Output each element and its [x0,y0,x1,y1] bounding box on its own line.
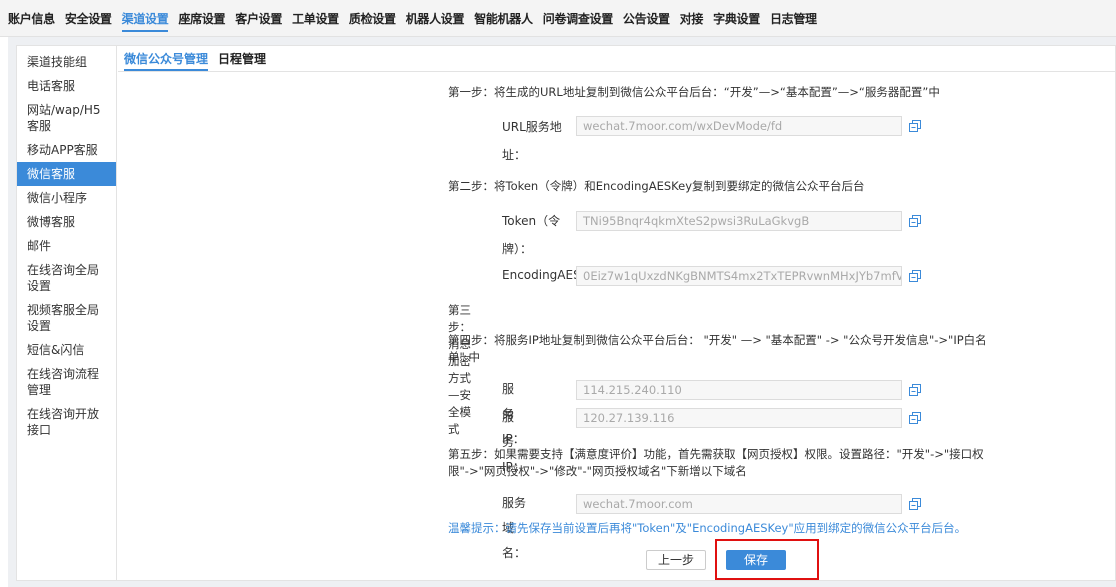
top-nav: 账户信息 安全设置 渠道设置 座席设置 客户设置 工单设置 质检设置 机器人设置… [0,0,1116,37]
tab-schedule[interactable]: 日程管理 [218,46,266,71]
nav-tab-channel[interactable]: 渠道设置 [121,10,169,32]
step-5-text: 第五步：如果需要支持【满意度评价】功能，首先需获取【网页授权】权限。设置路径："… [448,447,984,478]
nav-tab-qa[interactable]: 质检设置 [349,10,396,27]
copy-url-icon[interactable] [909,120,921,132]
sub-tabs: 微信公众号管理 日程管理 [118,46,1115,72]
copy-aes-icon[interactable] [909,270,921,282]
nav-tab-notice[interactable]: 公告设置 [623,10,670,27]
nav-tab-ticket[interactable]: 工单设置 [292,10,339,27]
url-label: URL服务地址： [502,120,562,162]
sidebar: 渠道技能组 电话客服 网站/wap/H5客服 移动APP客服 微信客服 微信小程… [17,46,117,580]
aes-field[interactable]: 0Eiz7w1qUxzdNKgBNMTS4mx2TxTEPRvwnMHxJYb7… [576,266,902,286]
nav-tab-survey[interactable]: 问卷调查设置 [543,10,614,27]
sidebar-item-weibo[interactable]: 微博客服 [17,210,116,234]
step-2-text: 第二步：将Token（令牌）和EncodingAESKey复制到要绑定的微信公众… [448,179,865,193]
nav-tab-customer[interactable]: 客户设置 [235,10,282,27]
sidebar-item-web[interactable]: 网站/wap/H5客服 [17,98,116,138]
copy-token-icon[interactable] [909,215,921,227]
sidebar-item-email[interactable]: 邮件 [17,234,116,258]
aes-label: EncodingAES [502,268,581,282]
step-3-text: 第三步：消息加密方式—安全模式 [448,303,471,436]
copy-ip-2-icon[interactable] [909,412,921,424]
sidebar-item-open-api[interactable]: 在线咨询开放接口 [17,402,116,442]
sidebar-item-skill-group[interactable]: 渠道技能组 [17,50,116,74]
nav-tab-robot[interactable]: 机器人设置 [406,10,465,27]
sidebar-item-online-global[interactable]: 在线咨询全局设置 [17,258,116,298]
url-field[interactable]: wechat.7moor.com/wxDevMode/fd [576,116,902,136]
nav-tab-account[interactable]: 账户信息 [8,10,55,27]
sidebar-item-sms[interactable]: 短信&闪信 [17,338,116,362]
tab-wechat-official[interactable]: 微信公众号管理 [124,46,209,71]
sidebar-item-miniprogram[interactable]: 微信小程序 [17,186,116,210]
nav-tab-dictionary[interactable]: 字典设置 [713,10,760,27]
ip-field-2[interactable]: 120.27.139.116 [576,408,902,428]
sidebar-item-video-global[interactable]: 视频客服全局设置 [17,298,116,338]
nav-tab-log[interactable]: 日志管理 [770,10,817,27]
copy-domain-icon[interactable] [909,498,921,510]
token-field[interactable]: TNi95Bnqr4qkmXteS2pwsi3RuLaGkvgB [576,211,902,231]
hint-text: 温馨提示：请先保存当前设置后再将"Token"及"EncodingAESKey"… [448,521,967,535]
sidebar-item-wechat[interactable]: 微信客服 [17,162,116,186]
save-button[interactable]: 保存 [726,550,786,570]
domain-field[interactable]: wechat.7moor.com [576,494,902,514]
nav-tab-integration[interactable]: 对接 [680,10,704,27]
sidebar-item-app[interactable]: 移动APP客服 [17,138,116,162]
sidebar-item-phone[interactable]: 电话客服 [17,74,116,98]
nav-tab-agent[interactable]: 座席设置 [178,10,225,27]
step-4-text: 第四步：将服务IP地址复制到微信公众平台后台： "开发" —> "基本配置" -… [448,333,987,364]
sidebar-item-online-flow[interactable]: 在线咨询流程管理 [17,362,116,402]
nav-tab-smart-robot[interactable]: 智能机器人 [474,10,533,27]
ip-field-1[interactable]: 114.215.240.110 [576,380,902,400]
copy-ip-1-icon[interactable] [909,384,921,396]
prev-step-button[interactable]: 上一步 [646,550,706,570]
nav-tab-security[interactable]: 安全设置 [65,10,112,27]
token-label: Token（令牌）： [502,214,561,256]
step-1-text: 第一步：将生成的URL地址复制到微信公众平台后台：“开发”—>“基本配置”—>“… [448,85,940,99]
